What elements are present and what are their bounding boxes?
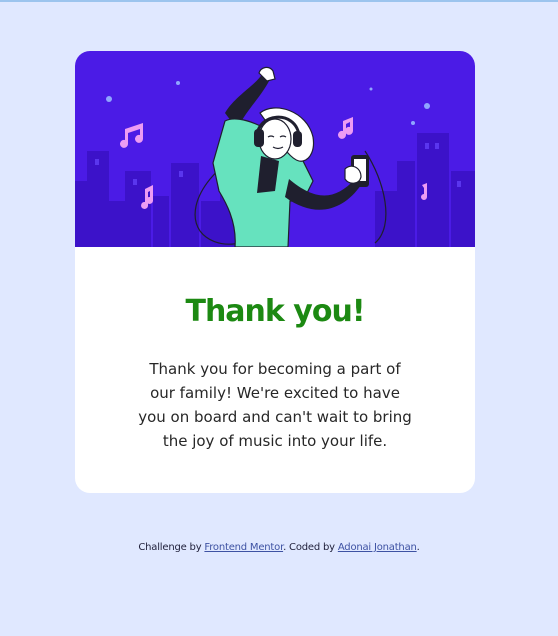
attribution-suffix: .: [416, 542, 420, 553]
frontend-mentor-link[interactable]: Frontend Mentor: [204, 542, 283, 553]
author-link[interactable]: Adonai Jonathan: [338, 542, 417, 553]
top-border: [0, 0, 558, 2]
thank-you-message: Thank you for becoming a part of our fam…: [138, 360, 412, 450]
hero-illustration: [75, 51, 475, 247]
attribution: Challenge by Frontend Mentor. Coded by A…: [0, 542, 558, 553]
thank-you-card: Thank you! Thank you for becoming a part…: [75, 51, 475, 493]
attribution-middle: . Coded by: [283, 542, 335, 553]
attribution-prefix: Challenge by: [138, 542, 202, 553]
thank-you-title: Thank you!: [185, 294, 365, 329]
